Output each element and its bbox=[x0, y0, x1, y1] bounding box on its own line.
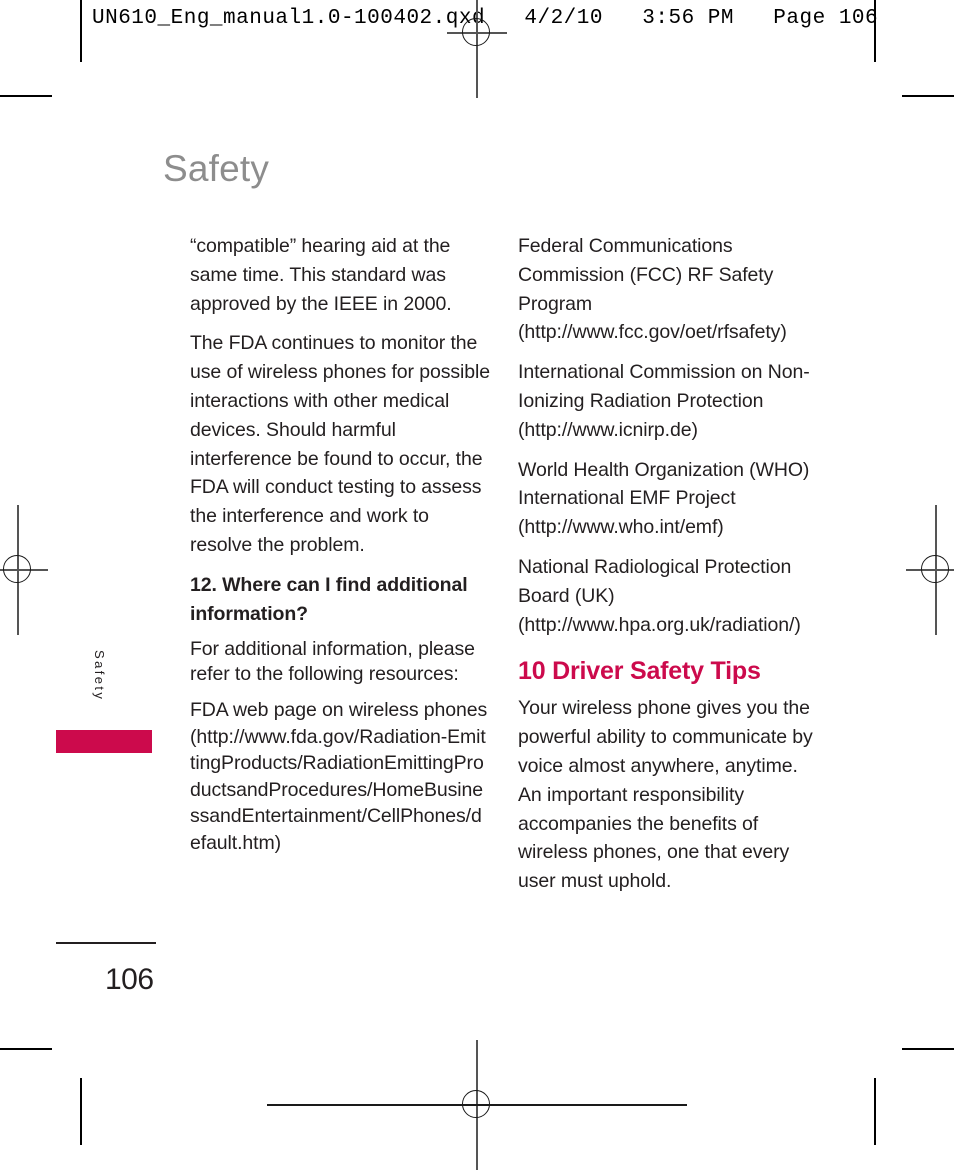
crop-mark-top-right-vertical bbox=[874, 0, 876, 62]
crop-mark-bottom-left-vertical bbox=[80, 1078, 82, 1145]
crop-mark-top-right-horizontal bbox=[902, 95, 954, 97]
resource-item: International Commission on Non-Ionizing… bbox=[518, 361, 810, 441]
registration-crosshair-vertical bbox=[476, 0, 478, 98]
registration-ring bbox=[921, 555, 949, 583]
paragraph-intro: For additional information, please refer… bbox=[190, 638, 475, 685]
section-heading: 10 Driver Safety Tips bbox=[518, 657, 761, 686]
paragraph: Your wireless phone gives you the powerf… bbox=[518, 697, 813, 893]
folio-rule bbox=[56, 942, 156, 944]
registration-ring bbox=[462, 18, 490, 46]
page-number: 106 bbox=[105, 963, 154, 996]
registration-mark-right bbox=[906, 505, 954, 635]
resource-item: Federal Communications Commission (FCC) … bbox=[518, 235, 787, 344]
registration-ring bbox=[462, 1090, 490, 1118]
page-title: Safety bbox=[163, 148, 270, 189]
resource-item: FDA web page on wireless phones (http://… bbox=[190, 699, 488, 854]
text-column-left: “compatible” hearing aid at the same tim… bbox=[190, 232, 490, 867]
paragraph: The FDA continues to monitor the use of … bbox=[190, 332, 490, 556]
crop-mark-bottom-left-horizontal bbox=[0, 1048, 52, 1050]
resource-item: World Health Organization (WHO) Internat… bbox=[518, 458, 810, 539]
subsection-heading: 12. Where can I find additional informat… bbox=[190, 573, 468, 625]
registration-mark-bottom bbox=[267, 1040, 687, 1170]
registration-mark-left bbox=[0, 505, 48, 635]
text-column-right: Federal Communications Commission (FCC) … bbox=[518, 232, 818, 907]
crop-mark-bottom-right-vertical bbox=[874, 1078, 876, 1145]
crop-mark-bottom-right-horizontal bbox=[902, 1048, 954, 1050]
paragraph: “compatible” hearing aid at the same tim… bbox=[190, 235, 452, 315]
crop-mark-top-left-horizontal bbox=[0, 95, 52, 97]
registration-ring bbox=[3, 555, 31, 583]
resource-item: National Radiological Protection Board (… bbox=[518, 555, 801, 636]
side-tab-bar bbox=[56, 730, 152, 753]
registration-mark-top bbox=[447, 0, 507, 98]
crop-mark-top-left-vertical bbox=[80, 0, 82, 62]
